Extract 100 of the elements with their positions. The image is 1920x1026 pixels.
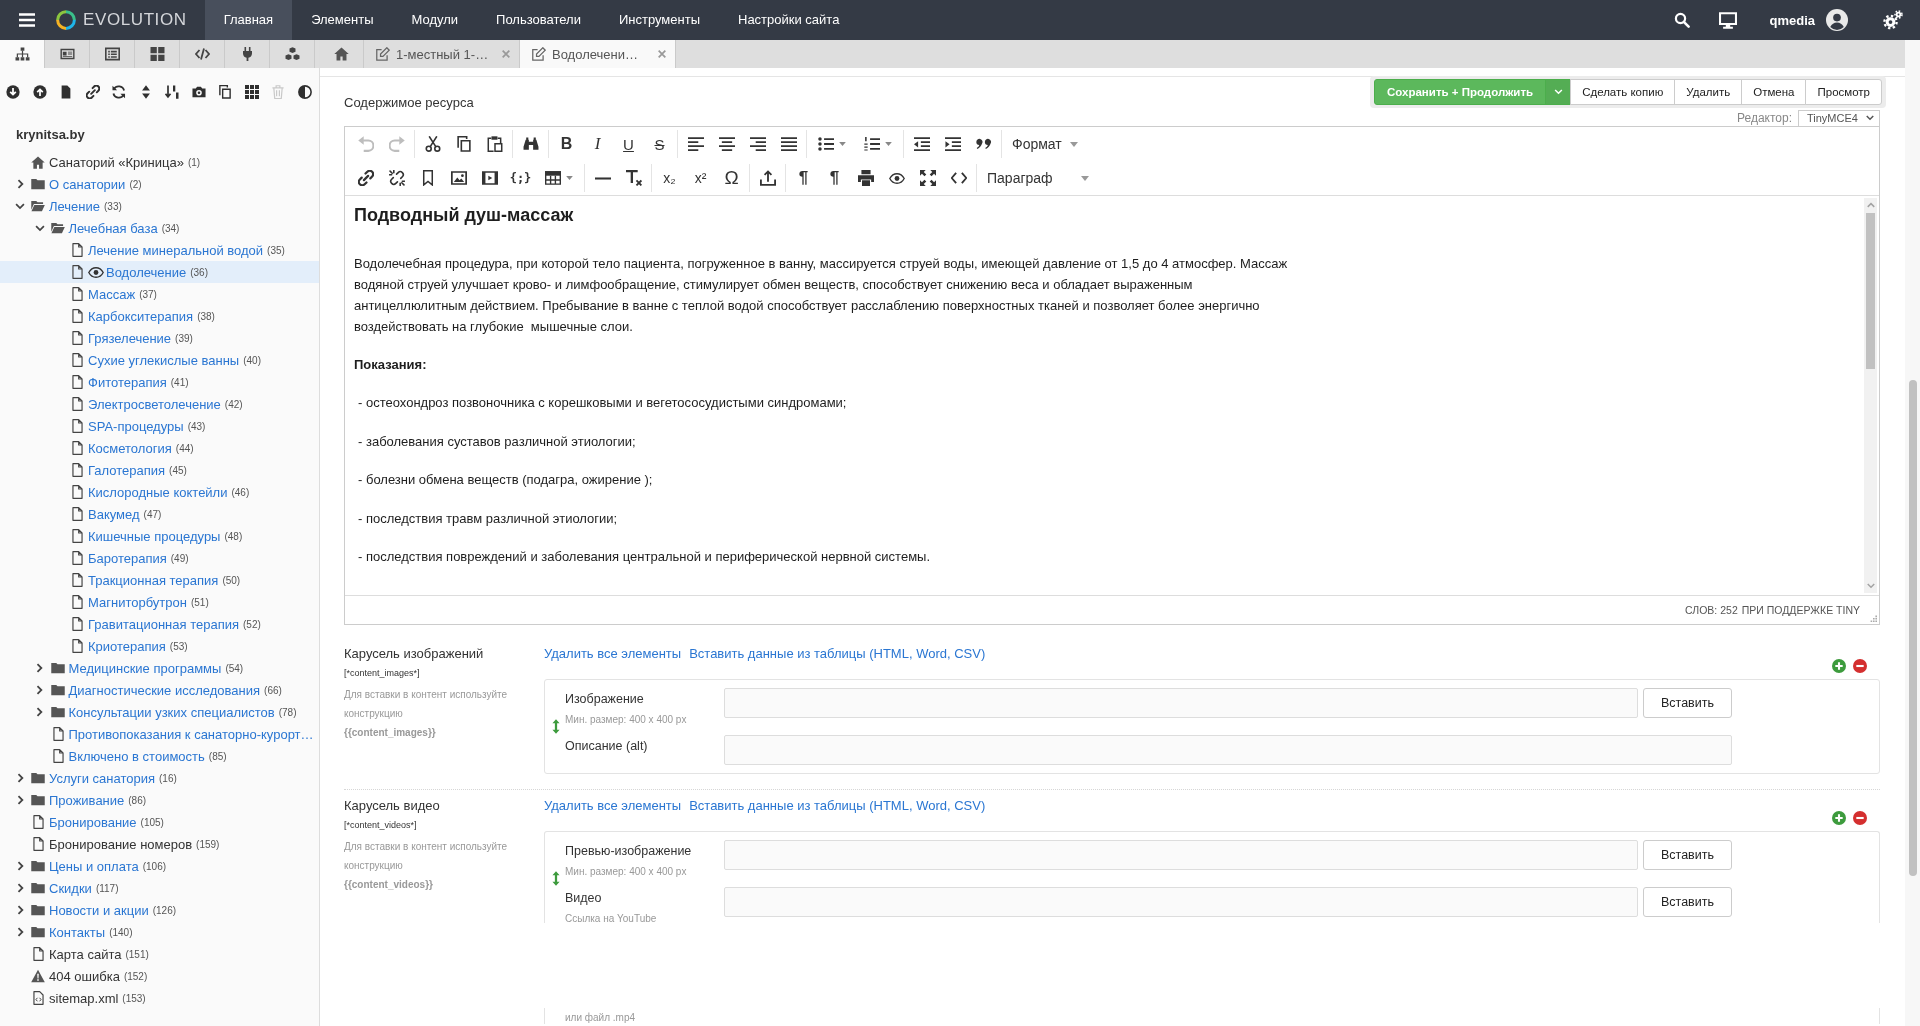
table-icon[interactable]: [545, 170, 561, 186]
editor-select[interactable]: TinyMCE4: [1798, 109, 1880, 126]
drag-handle-icon[interactable]: [552, 719, 560, 734]
chevron-right-icon[interactable]: [16, 773, 24, 783]
tree-row[interactable]: Медицинские программы (54): [0, 657, 319, 679]
editor-scrollbar[interactable]: [1864, 198, 1877, 593]
chevron-right-icon[interactable]: [36, 663, 43, 673]
tree-row[interactable]: sitemap.xml (153): [0, 987, 319, 1009]
nav-link[interactable]: Пользователи: [477, 0, 600, 40]
link-icon[interactable]: [85, 85, 100, 99]
tree-row[interactable]: Проживание (86): [0, 789, 319, 811]
sort-order-icon[interactable]: [165, 85, 179, 99]
scrollbar-thumb[interactable]: [1908, 380, 1917, 876]
resize-handle-icon[interactable]: [1869, 614, 1877, 622]
align-right-icon[interactable]: [749, 136, 766, 152]
chevron-right-icon[interactable]: [16, 861, 24, 871]
clear-format-icon[interactable]: [625, 170, 642, 186]
tree-row[interactable]: Магниторбутрон (51): [0, 591, 319, 613]
tree-row[interactable]: Включено в стоимость (85): [0, 745, 319, 767]
add-icon[interactable]: [1832, 811, 1846, 825]
tree-row[interactable]: 404 ошибка (152): [0, 965, 319, 987]
tree-row[interactable]: Водолечение (36): [0, 261, 319, 283]
insert-button[interactable]: Вставить: [1643, 840, 1732, 870]
tree-row[interactable]: Фитотерапия (41): [0, 371, 319, 393]
document-tab[interactable]: Водолечени…: [520, 40, 676, 68]
action-link[interactable]: Вставить данные из таблицы (HTML, Word, CSV): [689, 645, 986, 662]
bulleted-list-icon[interactable]: [818, 136, 834, 152]
tree-row[interactable]: Лечебная база (34): [0, 217, 319, 239]
tree-row[interactable]: SPA-процедуры (43): [0, 415, 319, 437]
printer-icon[interactable]: [857, 170, 874, 186]
nav-link[interactable]: Модули: [392, 0, 478, 40]
indent-icon[interactable]: [944, 136, 961, 152]
horizontal-line-icon[interactable]: [594, 175, 611, 181]
eye-icon[interactable]: [888, 172, 905, 184]
nav-link[interactable]: Элементы: [292, 0, 393, 40]
chevron-right-icon[interactable]: [16, 179, 24, 189]
drag-handle-icon[interactable]: [552, 871, 560, 886]
tree-row[interactable]: Электросветолечение (42): [0, 393, 319, 415]
branding-link[interactable]: ПРИ ПОДДЕРЖКЕ TINY: [1741, 604, 1860, 616]
tree-row[interactable]: Бронирование (105): [0, 811, 319, 833]
input-field[interactable]: [724, 688, 1638, 718]
action-link[interactable]: Удалить все элементы: [544, 645, 682, 662]
contrast-icon[interactable]: [297, 85, 312, 99]
up-circle-icon[interactable]: [32, 85, 47, 99]
tree-row[interactable]: Карта сайта (151): [0, 943, 319, 965]
action-button[interactable]: Удалить: [1674, 79, 1743, 105]
chevron-right-icon[interactable]: [36, 685, 43, 695]
nav-link[interactable]: Главная: [204, 0, 293, 40]
chevron-right-icon[interactable]: [36, 707, 43, 717]
scrollbar-thumb[interactable]: [1866, 213, 1875, 369]
grid-icon[interactable]: [244, 85, 259, 99]
italic-button[interactable]: I: [582, 129, 613, 159]
film-icon[interactable]: [481, 170, 498, 186]
nav-link[interactable]: Инструменты: [599, 0, 719, 40]
fullscreen-icon[interactable]: [919, 170, 936, 186]
action-link[interactable]: Вставить данные из таблицы (HTML, Word, CSV): [689, 797, 986, 814]
tree-row[interactable]: Услуги санатория (16): [0, 767, 319, 789]
align-justify-icon[interactable]: [780, 136, 797, 152]
tree-row[interactable]: Кислородные коктейли (46): [0, 481, 319, 503]
input-field[interactable]: [724, 840, 1638, 870]
tree-row[interactable]: Гравитационная терапия (52): [0, 613, 319, 635]
input-field[interactable]: [724, 735, 1732, 765]
chevron-right-icon[interactable]: [16, 883, 24, 893]
tree-row[interactable]: Массаж (37): [0, 283, 319, 305]
action-link[interactable]: Удалить все элементы: [544, 797, 682, 814]
settings-icon[interactable]: [1883, 10, 1903, 30]
action-button[interactable]: Сделать копию: [1570, 79, 1676, 105]
nav-link[interactable]: Настройки сайта: [719, 0, 859, 40]
tree-row[interactable]: Бронирование номеров (159): [0, 833, 319, 855]
down-circle-icon[interactable]: [6, 85, 20, 99]
remove-icon[interactable]: [1853, 811, 1867, 825]
chevron-down-icon[interactable]: [15, 202, 25, 210]
bold-button[interactable]: B: [551, 129, 582, 159]
caret-icon[interactable]: [839, 142, 846, 146]
action-button[interactable]: Просмотр: [1805, 79, 1882, 105]
tree-row[interactable]: Контакты (140): [0, 921, 319, 943]
tree-row[interactable]: Косметология (44): [0, 437, 319, 459]
copy-icon[interactable]: [455, 136, 472, 152]
input-field[interactable]: [724, 887, 1638, 917]
tree-row[interactable]: Сухие углекислые ванны (40): [0, 349, 319, 371]
link-icon[interactable]: [357, 170, 374, 186]
tree-row[interactable]: Грязелечение (39): [0, 327, 319, 349]
tree-row[interactable]: Карбокситерапия (38): [0, 305, 319, 327]
tree-row[interactable]: Галотерапия (45): [0, 459, 319, 481]
tree-row[interactable]: Криотерапия (53): [0, 635, 319, 657]
caret-icon[interactable]: [566, 176, 573, 180]
tree-row[interactable]: Новости и акции (126): [0, 899, 319, 921]
special-character-button[interactable]: Ω: [716, 163, 747, 193]
numbered-list-icon[interactable]: [864, 136, 880, 152]
file-icon[interactable]: [59, 85, 73, 99]
code-sample-button[interactable]: {;}: [505, 163, 536, 193]
align-left-icon[interactable]: [687, 136, 704, 152]
unlink-icon[interactable]: [388, 170, 405, 186]
align-center-icon[interactable]: [718, 136, 735, 152]
monitor-icon[interactable]: [1719, 11, 1738, 29]
tree-row[interactable]: Баротерапия (49): [0, 547, 319, 569]
tree-row[interactable]: Санаторий «Криница» (1): [0, 151, 319, 173]
search-icon[interactable]: [1674, 12, 1691, 28]
subscript-button[interactable]: x₂: [654, 163, 685, 193]
tree-row[interactable]: Противопоказания к санаторно-курорт…: [0, 723, 319, 745]
